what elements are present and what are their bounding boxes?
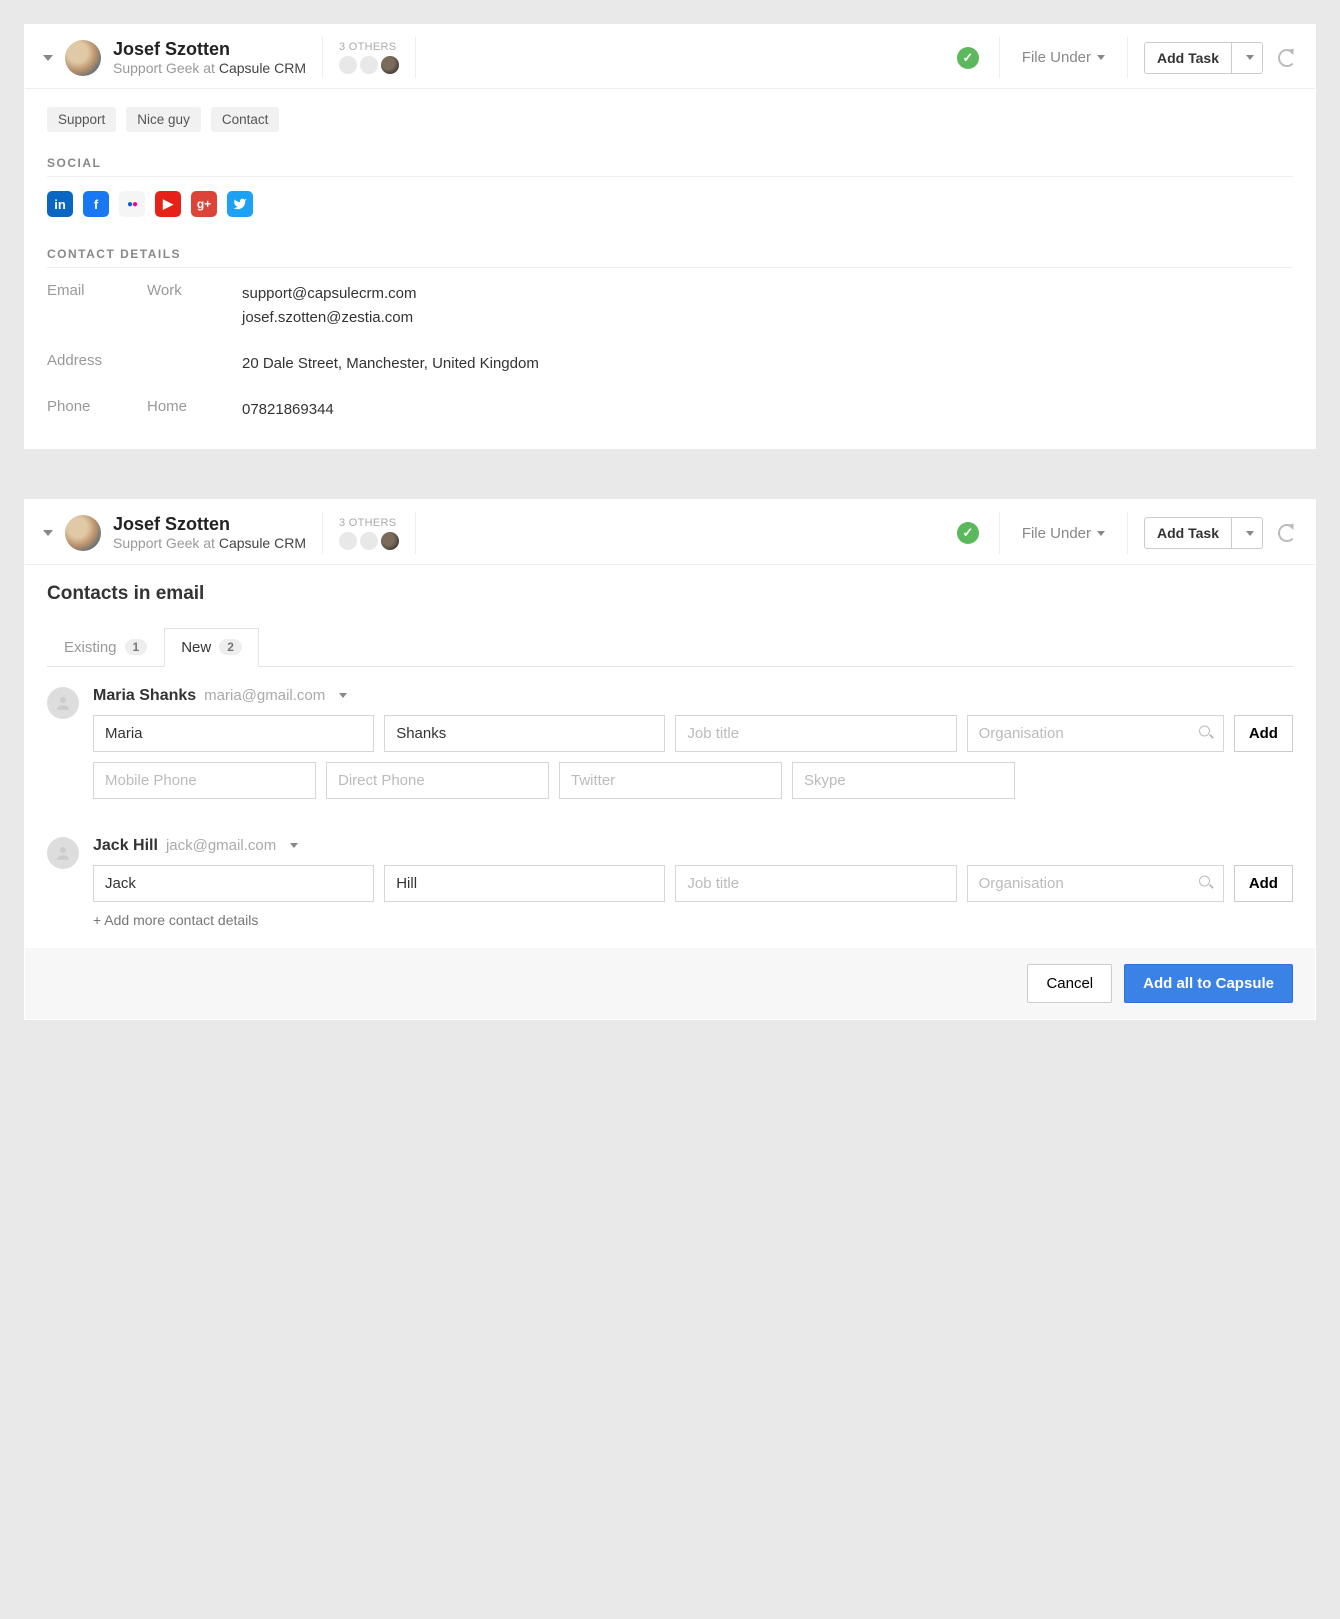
tag[interactable]: Support bbox=[47, 107, 116, 132]
mini-avatar bbox=[360, 56, 378, 74]
detail-label: Phone bbox=[47, 398, 147, 422]
add-task-caret[interactable] bbox=[1231, 42, 1263, 74]
refresh-icon[interactable] bbox=[1277, 523, 1297, 543]
mini-avatar bbox=[339, 56, 357, 74]
tabs: Existing 1 New 2 bbox=[47, 627, 1293, 667]
search-icon[interactable] bbox=[1199, 876, 1214, 891]
contact-panel: Josef Szotten Support Geek at Capsule CR… bbox=[24, 24, 1316, 449]
add-task-button[interactable]: Add Task bbox=[1144, 42, 1231, 74]
add-task-button[interactable]: Add Task bbox=[1144, 517, 1231, 549]
search-icon[interactable] bbox=[1199, 726, 1214, 741]
googleplus-icon[interactable]: g+ bbox=[191, 191, 217, 217]
mini-avatar bbox=[381, 56, 399, 74]
chevron-down-icon bbox=[1097, 531, 1105, 536]
organisation-field[interactable] bbox=[967, 865, 1224, 902]
mini-avatar bbox=[360, 532, 378, 550]
detail-value: support@capsulecrm.com josef.szotten@zes… bbox=[242, 282, 1293, 330]
detail-value[interactable]: 07821869344 bbox=[242, 398, 1293, 422]
contact-name: Josef Szotten bbox=[113, 39, 306, 60]
first-name-field[interactable] bbox=[93, 865, 374, 902]
others-label: 3 OTHERS bbox=[339, 41, 399, 53]
footer-bar: Cancel Add all to Capsule bbox=[25, 948, 1315, 1019]
collapse-toggle[interactable] bbox=[43, 530, 53, 536]
chevron-down-icon bbox=[1246, 55, 1254, 60]
twitter-field[interactable] bbox=[559, 762, 782, 799]
collapse-toggle[interactable] bbox=[43, 55, 53, 61]
section-contact-details: Contact Details bbox=[47, 247, 1293, 268]
tab-existing[interactable]: Existing 1 bbox=[47, 628, 164, 667]
add-more-details[interactable]: + Add more contact details bbox=[93, 912, 1293, 928]
organisation-field[interactable] bbox=[967, 715, 1224, 752]
facebook-icon[interactable]: f bbox=[83, 191, 109, 217]
avatar bbox=[65, 40, 101, 76]
detail-value: 20 Dale Street, Manchester, United Kingd… bbox=[242, 352, 1293, 376]
detail-label: Email bbox=[47, 282, 147, 330]
job-title-field[interactable] bbox=[675, 715, 956, 752]
contacts-in-email-panel: Josef Szotten Support Geek at Capsule CR… bbox=[24, 499, 1316, 1019]
others-block[interactable]: 3 OTHERS bbox=[339, 517, 399, 550]
chevron-down-icon bbox=[1097, 55, 1105, 60]
detail-type: Work bbox=[147, 282, 242, 330]
check-badge-icon: ✓ bbox=[957, 522, 979, 544]
check-badge-icon: ✓ bbox=[957, 47, 979, 69]
twitter-icon[interactable] bbox=[227, 191, 253, 217]
new-contact-name: Jack Hill bbox=[93, 837, 158, 855]
avatar-placeholder bbox=[47, 837, 79, 869]
refresh-icon[interactable] bbox=[1277, 48, 1297, 68]
others-label: 3 OTHERS bbox=[339, 517, 399, 529]
avatar bbox=[65, 515, 101, 551]
mobile-phone-field[interactable] bbox=[93, 762, 316, 799]
others-block[interactable]: 3 OTHERS bbox=[339, 41, 399, 74]
add-all-button[interactable]: Add all to Capsule bbox=[1124, 964, 1293, 1003]
detail-type: Home bbox=[147, 398, 242, 422]
section-social: Social bbox=[47, 156, 1293, 177]
add-contact-button[interactable]: Add bbox=[1234, 865, 1293, 902]
contact-details: Email Work support@capsulecrm.com josef.… bbox=[47, 282, 1293, 422]
contacts-title: Contacts in email bbox=[47, 583, 1293, 605]
contact-block: Jack Hill jack@gmail.com Add + Add more … bbox=[47, 817, 1293, 936]
tag[interactable]: Nice guy bbox=[126, 107, 201, 132]
detail-label: Address bbox=[47, 352, 147, 376]
tab-new[interactable]: New 2 bbox=[164, 628, 259, 667]
youtube-icon[interactable]: ▶ bbox=[155, 191, 181, 217]
contact-name: Josef Szotten bbox=[113, 514, 306, 535]
tag[interactable]: Contact bbox=[211, 107, 280, 132]
mini-avatar bbox=[339, 532, 357, 550]
file-under-dropdown[interactable]: File Under bbox=[1022, 49, 1105, 66]
flickr-icon[interactable]: ●● bbox=[119, 191, 145, 217]
last-name-field[interactable] bbox=[384, 715, 665, 752]
mini-avatar bbox=[381, 532, 399, 550]
contact-subtitle: Support Geek at Capsule CRM bbox=[113, 60, 306, 77]
add-task-group: Add Task bbox=[1144, 42, 1263, 74]
skype-field[interactable] bbox=[792, 762, 1015, 799]
add-task-caret[interactable] bbox=[1231, 517, 1263, 549]
social-icons: in f ●● ▶ g+ bbox=[47, 191, 1293, 217]
avatar-placeholder bbox=[47, 687, 79, 719]
panel-header: Josef Szotten Support Geek at Capsule CR… bbox=[25, 25, 1315, 89]
cancel-button[interactable]: Cancel bbox=[1027, 964, 1112, 1003]
linkedin-icon[interactable]: in bbox=[47, 191, 73, 217]
email-dropdown-icon[interactable] bbox=[290, 843, 298, 848]
first-name-field[interactable] bbox=[93, 715, 374, 752]
contact-subtitle: Support Geek at Capsule CRM bbox=[113, 535, 306, 552]
tag-list: Support Nice guy Contact bbox=[47, 107, 1293, 132]
direct-phone-field[interactable] bbox=[326, 762, 549, 799]
contact-block: Maria Shanks maria@gmail.com Add bbox=[47, 667, 1293, 817]
add-contact-button[interactable]: Add bbox=[1234, 715, 1293, 752]
new-contact-email: maria@gmail.com bbox=[204, 687, 325, 704]
job-title-field[interactable] bbox=[675, 865, 956, 902]
file-under-dropdown[interactable]: File Under bbox=[1022, 525, 1105, 542]
chevron-down-icon bbox=[1246, 531, 1254, 536]
add-task-group: Add Task bbox=[1144, 517, 1263, 549]
panel-header: Josef Szotten Support Geek at Capsule CR… bbox=[25, 500, 1315, 564]
last-name-field[interactable] bbox=[384, 865, 665, 902]
new-contact-name: Maria Shanks bbox=[93, 687, 196, 705]
email-dropdown-icon[interactable] bbox=[339, 693, 347, 698]
new-contact-email: jack@gmail.com bbox=[166, 837, 276, 854]
